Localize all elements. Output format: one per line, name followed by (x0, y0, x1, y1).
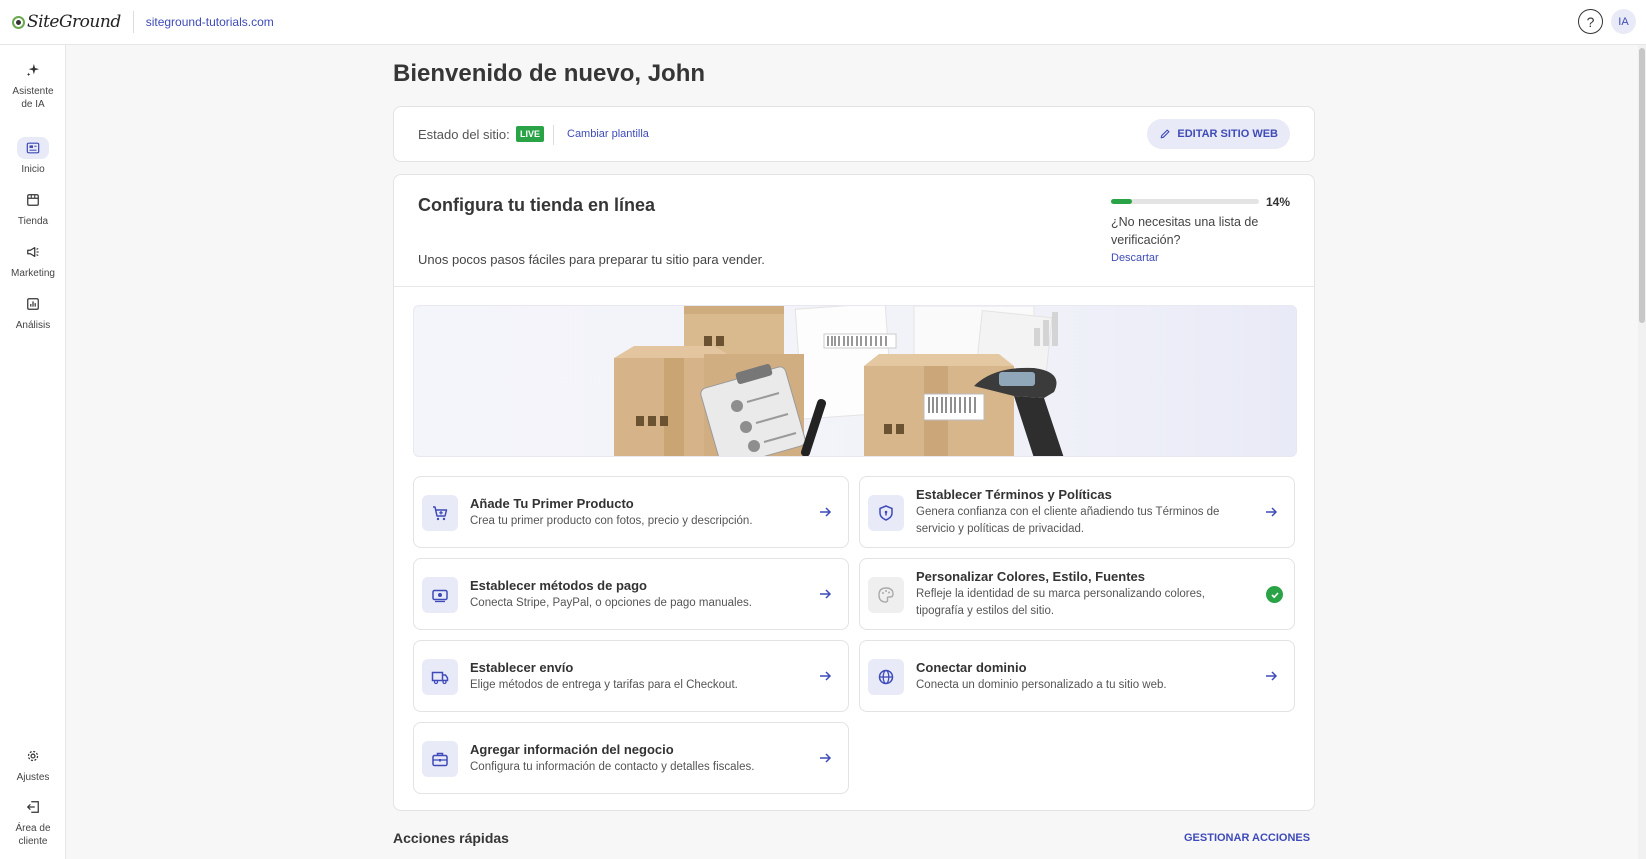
store-icon (17, 189, 49, 211)
arrow-right-icon (820, 671, 832, 681)
task-description: Configura tu información de contacto y d… (470, 761, 755, 773)
setup-title: Configura tu tienda en línea (418, 195, 656, 215)
arrow-right-icon (820, 753, 832, 763)
setup-description: Unos pocos pasos fáciles para preparar t… (418, 252, 765, 267)
sidebar-item-home[interactable]: Inicio (0, 137, 66, 176)
task-title: Conectar dominio (916, 660, 1027, 675)
task-add-first-product[interactable]: Añade Tu Primer Producto Crea tu primer … (413, 476, 849, 548)
arrow-right-icon (1266, 671, 1278, 681)
page-title: Bienvenido de nuevo, John (393, 60, 706, 87)
no-checklist-text: ¿No necesitas una lista de verificación? (1111, 215, 1259, 247)
money-icon (422, 577, 458, 613)
task-business-info[interactable]: Agregar información del negocio Configur… (413, 722, 849, 794)
logo-icon (12, 15, 25, 29)
sparkle-icon (17, 59, 49, 81)
quick-actions-title: Acciones rápidas (393, 830, 509, 846)
sidebar-item-analytics[interactable]: Análisis (0, 293, 66, 332)
edit-website-button[interactable]: EDITAR SITIO WEB (1147, 119, 1290, 149)
sidebar-item-client-area[interactable]: Área de cliente (0, 796, 66, 848)
cart-icon (422, 495, 458, 531)
sidebar-item-label: Análisis (15, 320, 51, 331)
task-shipping[interactable]: Establecer envío Elige métodos de entreg… (413, 640, 849, 712)
scrollbar-thumb[interactable] (1639, 48, 1645, 323)
task-description: Conecta Stripe, PayPal, o opciones de pa… (470, 597, 752, 609)
task-customize-styles[interactable]: Personalizar Colores, Estilo, Fuentes Re… (859, 558, 1295, 630)
boxes-illustration (614, 306, 1064, 456)
sidebar-item-marketing[interactable]: Marketing (0, 241, 66, 280)
sidebar-item-label: Asistente (12, 86, 54, 97)
exit-icon (17, 796, 49, 818)
sidebar-item-label-2: de IA (21, 99, 45, 110)
task-description: Conecta un dominio personalizado a tu si… (916, 679, 1167, 691)
help-button[interactable]: ? (1578, 9, 1603, 34)
topbar-divider (132, 11, 134, 33)
setup-progress-fill (1111, 199, 1132, 204)
task-description: Genera confianza con el cliente añadiend… (916, 506, 1220, 535)
globe-icon (868, 659, 904, 695)
setup-progress-percent: 14% (1266, 195, 1291, 209)
arrow-right-icon (1266, 507, 1278, 517)
truck-icon (422, 659, 458, 695)
task-description: Elige métodos de entrega y tarifas para … (470, 679, 738, 691)
change-template-link[interactable]: Cambiar plantilla (567, 128, 649, 140)
sidebar-item-label: Área de (15, 823, 51, 834)
manage-actions-link[interactable]: GESTIONAR ACCIONES (1184, 832, 1310, 844)
megaphone-icon (17, 241, 49, 263)
sidebar: Asistente de IA Inicio Tienda Marketing … (0, 45, 66, 859)
site-status-card: Estado del sitio: LIVE Cambiar plantilla… (393, 106, 1315, 162)
task-connect-domain[interactable]: Conectar dominio Conecta un dominio pers… (859, 640, 1295, 712)
task-title: Establecer métodos de pago (470, 578, 647, 593)
arrow-right-icon (820, 507, 832, 517)
page-scrollbar[interactable] (1638, 45, 1646, 859)
task-title: Establecer envío (470, 660, 574, 675)
sidebar-item-label: Ajustes (16, 772, 50, 783)
shield-icon (868, 495, 904, 531)
sidebar-item-ai-assistant[interactable]: Asistente de IA (0, 59, 66, 111)
user-avatar[interactable]: IA (1611, 9, 1636, 34)
edit-website-label: EDITAR SITIO WEB (1177, 128, 1278, 140)
task-title: Establecer Términos y Políticas (916, 487, 1112, 502)
task-terms-policies[interactable]: Establecer Términos y Políticas Genera c… (859, 476, 1295, 548)
pencil-icon (1161, 129, 1170, 139)
task-description: Crea tu primer producto con fotos, preci… (470, 515, 753, 527)
chart-icon (17, 293, 49, 315)
sidebar-item-settings[interactable]: Ajustes (0, 745, 66, 784)
top-bar: SiteGround siteground-tutorials.com ? IA (0, 0, 1646, 45)
task-description: Refleje la identidad de su marca persona… (916, 588, 1205, 617)
sidebar-item-label: Tienda (17, 216, 49, 227)
sidebar-item-label: Inicio (21, 164, 45, 175)
setup-header: Configura tu tienda en línea Unos pocos … (394, 175, 1314, 287)
site-domain-link[interactable]: siteground-tutorials.com (146, 15, 274, 29)
setup-progress-bar (1111, 199, 1259, 204)
siteground-logo[interactable]: SiteGround (0, 10, 121, 34)
task-title: Agregar información del negocio (470, 742, 674, 757)
check-icon (1266, 586, 1283, 603)
live-status-badge: LIVE (516, 126, 545, 142)
sidebar-item-label: Marketing (11, 268, 55, 279)
task-title: Personalizar Colores, Estilo, Fuentes (916, 569, 1146, 584)
status-divider (553, 125, 554, 145)
arrow-right-icon (820, 589, 832, 599)
site-status-label: Estado del sitio: (418, 127, 510, 142)
sidebar-item-label-2: cliente (18, 836, 48, 847)
task-title: Añade Tu Primer Producto (470, 496, 634, 511)
dashboard-icon (17, 137, 49, 159)
gear-icon (17, 745, 49, 767)
briefcase-icon (422, 741, 458, 777)
dismiss-link[interactable]: Descartar (1111, 252, 1159, 264)
palette-icon (868, 577, 904, 613)
store-setup-card: Configura tu tienda en línea Unos pocos … (393, 174, 1315, 811)
sidebar-item-store[interactable]: Tienda (0, 189, 66, 228)
task-payment-methods[interactable]: Establecer métodos de pago Conecta Strip… (413, 558, 849, 630)
store-hero-illustration (413, 305, 1297, 457)
